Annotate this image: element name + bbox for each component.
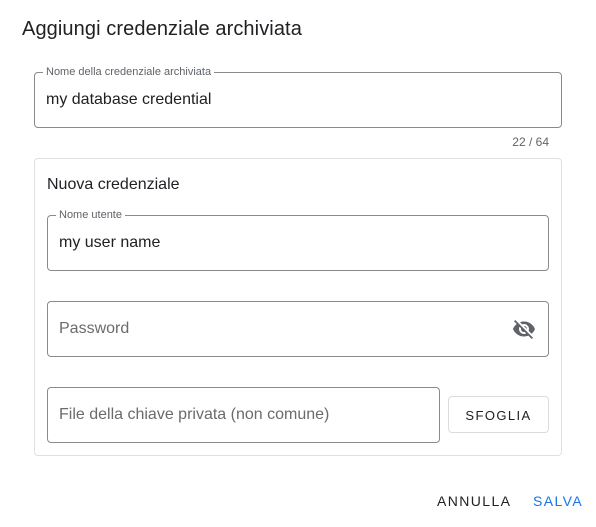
username-label: Nome utente: [56, 208, 125, 222]
username-value: my user name: [59, 234, 161, 251]
credential-name-value: my database credential: [46, 91, 212, 108]
new-credential-title: Nuova credenziale: [47, 176, 180, 193]
private-key-placeholder: File della chiave privata (non comune): [59, 406, 330, 423]
credential-name-label: Nome della credenziale archiviata: [43, 65, 215, 79]
username-field[interactable]: Nome utente my user name: [47, 208, 549, 271]
save-button[interactable]: SALVA: [533, 493, 583, 509]
private-key-field[interactable]: File della chiave privata (non comune): [47, 387, 440, 443]
browse-button[interactable]: SFOGLIA: [448, 396, 549, 433]
password-field[interactable]: Password: [47, 301, 549, 357]
credential-name-field[interactable]: Nome della credenziale archiviata my dat…: [34, 65, 562, 128]
visibility-off-icon[interactable]: [512, 317, 536, 341]
password-placeholder: Password: [59, 320, 130, 337]
cancel-button[interactable]: ANNULLA: [437, 493, 511, 509]
character-counter: 22 / 64: [512, 135, 549, 149]
dialog-title: Aggiungi credenziale archiviata: [22, 18, 302, 40]
